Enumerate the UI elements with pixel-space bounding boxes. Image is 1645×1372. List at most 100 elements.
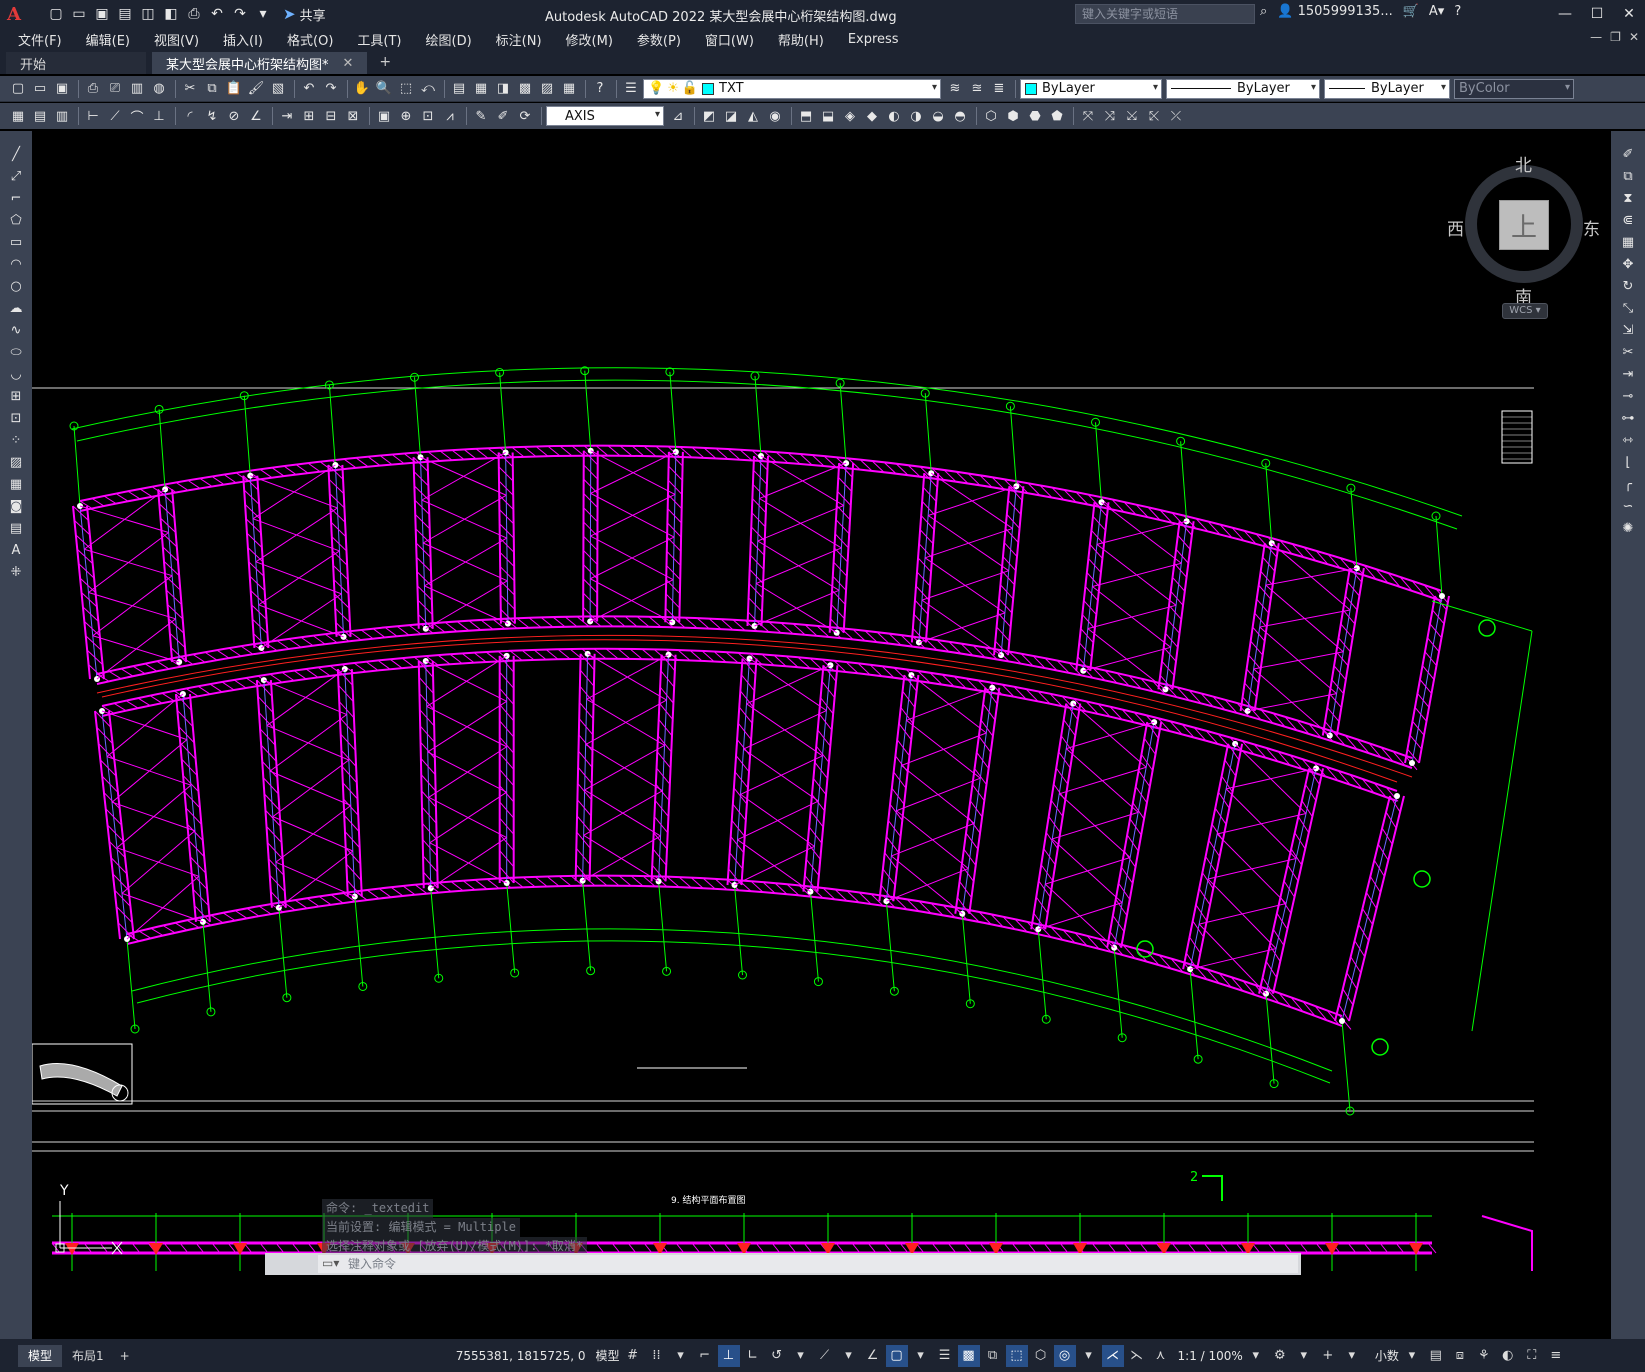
make-current-layer-icon[interactable]: ≋ — [945, 79, 965, 99]
hatch-icon[interactable]: ▨ — [6, 453, 26, 471]
customize-qa-icon[interactable]: ▾ — [253, 4, 273, 24]
spline-icon[interactable]: ∿ — [6, 321, 26, 339]
clean-screen-icon[interactable]: ⛶ — [1521, 1345, 1543, 1367]
redo-tb-icon[interactable]: ↷ — [321, 79, 341, 99]
slice-icon[interactable]: ◓ — [950, 106, 970, 126]
save-as-icon[interactable]: ▤ — [115, 4, 135, 24]
doc-close-icon[interactable]: ✕ — [1629, 30, 1639, 44]
menu-file[interactable]: 文件(F) — [18, 30, 62, 49]
menu-window[interactable]: 窗口(W) — [705, 30, 754, 49]
ortho-icon[interactable]: ∟ — [742, 1345, 764, 1367]
lineweight-dropdown[interactable]: ByLayer ▾ — [1324, 78, 1450, 99]
save-icon[interactable]: ▣ — [92, 4, 112, 24]
dim-arc-icon[interactable]: ⌒ — [127, 106, 147, 126]
autodesk-app-icon[interactable]: A▾ — [1429, 4, 1444, 19]
revolve-icon[interactable]: ⬓ — [818, 106, 838, 126]
align-3d-icon[interactable]: ⤩ — [1122, 106, 1142, 126]
insert-block-icon[interactable]: ⊞ — [6, 387, 26, 405]
3d-object-snap-icon[interactable]: ⬚ — [1005, 1344, 1028, 1367]
minimize-icon[interactable]: — — [1549, 0, 1581, 28]
line-icon[interactable]: ╱ — [6, 145, 26, 163]
units-value[interactable]: 小数 — [1375, 1347, 1399, 1364]
dim-diameter-icon[interactable]: ⊘ — [224, 106, 244, 126]
paste-icon[interactable]: 📋 — [224, 79, 244, 99]
block-editor-icon[interactable]: ▧ — [268, 79, 288, 99]
lock-ui-icon[interactable]: ⧈ — [1449, 1345, 1471, 1367]
dynamic-input-icon[interactable]: ⊥ — [717, 1344, 740, 1367]
tab-layout1[interactable]: 布局1 — [62, 1345, 114, 1367]
compass-west[interactable]: 西 — [1447, 215, 1464, 240]
mirror-3d-icon[interactable]: ⤪ — [1144, 106, 1164, 126]
annotation-scale-value[interactable]: 1:1 / 100% — [1178, 1349, 1243, 1363]
layer-previous-icon[interactable]: ≊ — [967, 79, 987, 99]
model-space-toggle[interactable]: 模型 — [596, 1347, 620, 1364]
command-input[interactable] — [318, 1255, 1298, 1273]
object-snap-menu-icon[interactable]: ▾ — [910, 1345, 932, 1367]
match-properties-icon[interactable]: 🖌 — [246, 79, 266, 99]
web-open-icon[interactable]: ◫ — [138, 4, 158, 24]
open-icon[interactable]: ▭ — [69, 4, 89, 24]
cut-icon[interactable]: ✂ — [180, 79, 200, 99]
color-dropdown[interactable]: ByLayer ▾ — [1020, 78, 1162, 99]
tolerance-icon[interactable]: ▣ — [374, 106, 394, 126]
zoom-realtime-icon[interactable]: 🔍 — [374, 79, 394, 99]
plotstyle-dropdown[interactable]: ByColor ▾ — [1454, 78, 1574, 99]
undo-icon[interactable]: ↶ — [207, 4, 227, 24]
zoom-window-icon[interactable]: ⬚ — [396, 79, 416, 99]
dim-ordinate-icon[interactable]: ⊥ — [149, 106, 169, 126]
design-center-icon[interactable]: ▦ — [471, 79, 491, 99]
plot-icon[interactable]: ⎙ — [184, 4, 204, 24]
menu-modify[interactable]: 修改(M) — [566, 30, 613, 49]
stretch-icon[interactable]: ⇲ — [1618, 321, 1638, 339]
array-3d-icon[interactable]: ⤫ — [1166, 106, 1186, 126]
imprint-icon[interactable]: ⬢ — [1003, 106, 1023, 126]
dim-aligned-icon[interactable]: ⟋ — [105, 106, 125, 126]
open-file-icon[interactable]: ▭ — [30, 79, 50, 99]
center-mark-icon[interactable]: ⊕ — [396, 106, 416, 126]
calculator-icon[interactable]: ▦ — [559, 79, 579, 99]
share-button[interactable]: ➤ 共享 — [283, 5, 326, 24]
menu-view[interactable]: 视图(V) — [154, 30, 199, 49]
plot-preview-icon[interactable]: ⎚ — [105, 79, 125, 99]
command-prompt-icon[interactable]: ▭▾ — [322, 1256, 339, 1270]
sheet-set-icon[interactable]: ▩ — [515, 79, 535, 99]
dim-jogged-icon[interactable]: ↯ — [202, 106, 222, 126]
pan-icon[interactable]: ✋ — [352, 79, 372, 99]
join-icon[interactable]: ⇿ — [1618, 431, 1638, 449]
gradient-icon[interactable]: ▦ — [6, 475, 26, 493]
ellipse-icon[interactable]: ⬭ — [6, 343, 26, 361]
tab-close-icon[interactable]: ✕ — [343, 56, 354, 71]
chamfer-icon[interactable]: ⌊ — [1618, 453, 1638, 471]
offset-icon[interactable]: ⋐ — [1618, 211, 1638, 229]
polygon-icon[interactable]: ⬠ — [6, 211, 26, 229]
object-snap-tracking-icon[interactable]: ∠ — [862, 1345, 884, 1367]
menu-dimension[interactable]: 标注(N) — [496, 30, 542, 49]
table-icon[interactable]: ▤ — [6, 519, 26, 537]
tab-drawing[interactable]: 某大型会展中心桁架结构图* ✕ — [152, 52, 368, 74]
quick-properties-icon[interactable]: ▤ — [1425, 1345, 1447, 1367]
menu-format[interactable]: 格式(O) — [287, 30, 333, 49]
break-at-point-icon[interactable]: ⊸ — [1618, 387, 1638, 405]
linetype-dropdown[interactable]: ByLayer ▾ — [1166, 78, 1320, 99]
trim-icon[interactable]: ✂ — [1618, 343, 1638, 361]
rotate-icon[interactable]: ↻ — [1618, 277, 1638, 295]
auto-scale-icon[interactable]: ⋋ — [1126, 1345, 1148, 1367]
transparency-icon[interactable]: ▩ — [957, 1344, 980, 1367]
layer-state-icon[interactable]: ≣ — [989, 79, 1009, 99]
doc-restore-icon[interactable]: ❐ — [1610, 30, 1621, 44]
print-icon[interactable]: ⎙ — [83, 79, 103, 99]
save-file-icon[interactable]: ▣ — [52, 79, 72, 99]
autocad-logo-icon[interactable]: A — [0, 0, 28, 28]
web-save-icon[interactable]: ◧ — [161, 4, 181, 24]
construction-line-icon[interactable]: ⤢ — [6, 167, 26, 185]
isodraft-menu-icon[interactable]: ▾ — [838, 1345, 860, 1367]
annotation-scale-icon[interactable]: ⋏ — [1150, 1345, 1172, 1367]
markup-icon[interactable]: ▨ — [537, 79, 557, 99]
clean-icon[interactable]: ⬟ — [1047, 106, 1067, 126]
selection-filter-icon[interactable]: ◎ — [1053, 1344, 1076, 1367]
publish-icon[interactable]: ▥ — [127, 79, 147, 99]
dynamic-ucs-icon[interactable]: ⬡ — [1030, 1345, 1052, 1367]
isolate-objects-icon[interactable]: ⚘ — [1473, 1345, 1495, 1367]
add-selected-icon[interactable]: ⁜ — [6, 563, 26, 581]
customization-icon[interactable]: ≡ — [1545, 1345, 1567, 1367]
